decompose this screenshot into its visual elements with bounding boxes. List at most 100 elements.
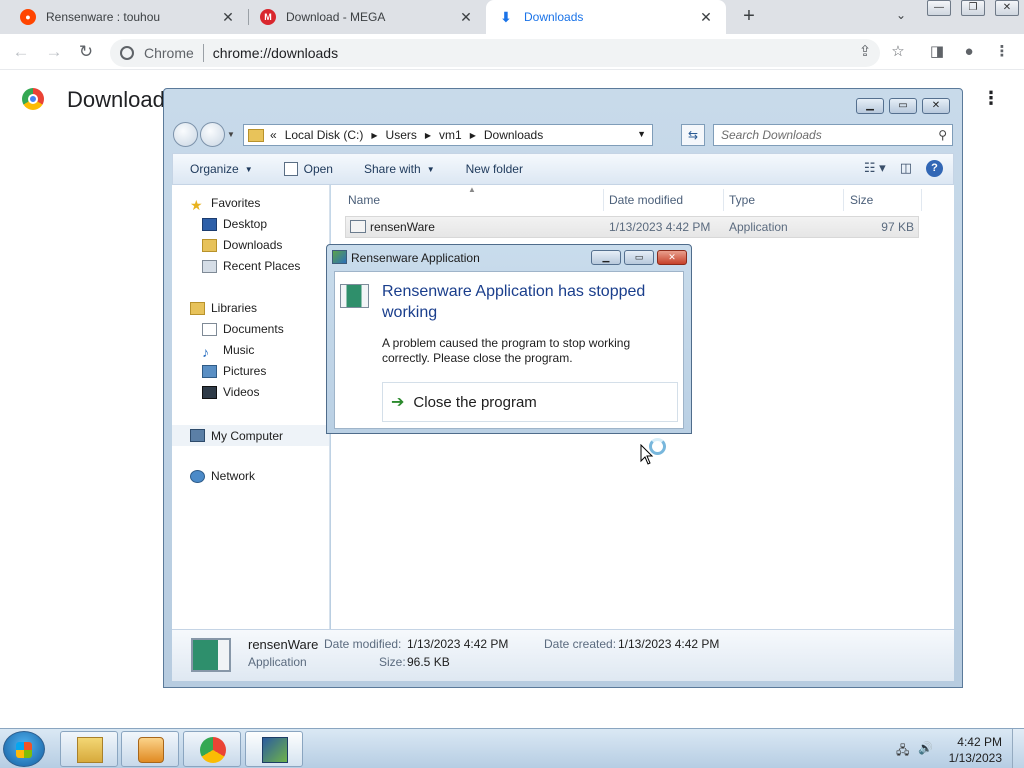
tab-search-chevron-icon[interactable]: ⌄ <box>896 8 906 22</box>
taskbar-chrome[interactable] <box>183 731 241 767</box>
column-divider[interactable] <box>921 189 922 211</box>
arrow-right-icon: ➔ <box>391 394 405 411</box>
minimize-button[interactable]: ▁ <box>591 250 621 265</box>
profile-avatar-icon[interactable]: ● <box>959 42 979 62</box>
share-with-button[interactable]: Share with ▼ <box>364 162 435 176</box>
back-button[interactable] <box>173 122 198 147</box>
close-tab-icon[interactable]: ✕ <box>698 9 714 25</box>
clock[interactable]: 4:42 PM 1/13/2023 <box>949 734 1002 766</box>
nav-recent-places[interactable]: Recent Places <box>202 259 300 273</box>
nav-libraries[interactable]: Libraries <box>190 301 257 315</box>
tab-label: Rensenware : touhou <box>46 10 161 24</box>
tab-downloads[interactable]: ⬇ Downloads ✕ <box>486 0 726 34</box>
refresh-icon[interactable]: ⇆ <box>681 124 705 146</box>
taskbar-error-reporting[interactable] <box>245 731 303 767</box>
chevron-right-icon[interactable]: ▶ <box>371 131 377 140</box>
detail-size: 96.5 KB <box>407 655 450 669</box>
nav-documents[interactable]: Documents <box>202 322 284 336</box>
reload-icon[interactable]: ↻ <box>76 42 96 62</box>
breadcrumb-overflow[interactable]: « <box>270 128 277 142</box>
taskbar-media-player[interactable] <box>121 731 179 767</box>
search-input[interactable]: Search Downloads ⚲ <box>713 124 953 146</box>
breadcrumb-vm1[interactable]: vm1 <box>439 128 462 142</box>
recent-pages-chevron-icon[interactable]: ▼ <box>227 122 237 147</box>
maximize-button[interactable]: ❐ <box>961 0 985 16</box>
minimize-button[interactable]: ▁ <box>856 98 884 114</box>
open-label: Open <box>303 162 333 176</box>
downloads-menu-icon[interactable]: ⋮ <box>982 88 1000 109</box>
network-icon <box>190 469 205 483</box>
start-button[interactable] <box>3 731 45 767</box>
file-explorer-icon <box>77 737 103 763</box>
omnibox-divider <box>202 44 204 62</box>
nav-desktop[interactable]: Desktop <box>202 217 267 231</box>
forward-icon[interactable]: → <box>44 42 64 62</box>
preview-pane-icon[interactable]: ◫ <box>900 160 912 177</box>
column-divider[interactable] <box>843 189 844 211</box>
chevron-right-icon[interactable]: ▶ <box>470 131 476 140</box>
back-icon[interactable]: ← <box>11 42 31 62</box>
nav-downloads[interactable]: Downloads <box>202 238 282 252</box>
breadcrumb-downloads[interactable]: Downloads <box>484 128 543 142</box>
close-program-button[interactable]: ➔ Close the program <box>382 382 678 422</box>
share-icon[interactable]: ⇪ <box>855 42 875 62</box>
explorer-nav-buttons: ▼ <box>173 122 239 147</box>
column-divider[interactable] <box>723 189 724 211</box>
close-button[interactable]: ✕ <box>922 98 950 114</box>
nav-pictures[interactable]: Pictures <box>202 364 266 378</box>
show-desktop-button[interactable] <box>1012 729 1024 768</box>
open-button[interactable]: Open <box>283 162 333 176</box>
column-header-name[interactable]: Name <box>348 193 380 207</box>
close-tab-icon[interactable]: ✕ <box>220 9 236 25</box>
column-header-date[interactable]: Date modified <box>609 193 683 207</box>
forward-button[interactable] <box>200 122 225 147</box>
nav-my-computer[interactable]: My Computer <box>172 425 329 446</box>
application-title-icon <box>332 250 347 264</box>
address-bar[interactable]: Chrome chrome://downloads <box>110 39 880 67</box>
network-status-icon[interactable]: 🖧 <box>896 741 912 757</box>
bookmark-star-icon[interactable]: ☆ <box>888 42 908 62</box>
dialog-window-controls: ▁ ▭ ✕ <box>588 250 687 265</box>
column-header-type[interactable]: Type <box>729 193 755 207</box>
chevron-right-icon[interactable]: ▶ <box>425 131 431 140</box>
share-label: Share with <box>363 162 421 176</box>
close-button[interactable]: ✕ <box>657 250 687 265</box>
chrome-menu-icon[interactable]: ⋮ <box>992 42 1012 62</box>
explorer-address-bar[interactable]: « Local Disk (C:) ▶ Users ▶ vm1 ▶ Downlo… <box>243 124 653 146</box>
chevron-down-icon: ▼ <box>244 164 253 174</box>
nav-network[interactable]: Network <box>190 469 255 483</box>
taskbar-explorer[interactable] <box>60 731 118 767</box>
nav-favorites[interactable]: ★ Favorites <box>190 196 261 213</box>
recent-places-icon <box>202 259 217 273</box>
address-history-chevron-icon[interactable]: ▼ <box>637 129 646 139</box>
column-divider[interactable] <box>603 189 604 211</box>
table-row[interactable]: rensenWare 1/13/2023 4:42 PM Application… <box>345 216 919 238</box>
column-header-size[interactable]: Size <box>850 193 873 207</box>
minimize-button[interactable]: — <box>927 0 951 16</box>
view-options-icon[interactable]: ☷ ▾ <box>864 160 886 177</box>
dialog-body: Rensenware Application has stopped worki… <box>334 271 684 429</box>
nav-label: Favorites <box>211 196 261 210</box>
new-tab-button[interactable]: + <box>738 6 760 28</box>
maximize-button[interactable]: ▭ <box>889 98 917 114</box>
maximize-button[interactable]: ▭ <box>624 250 654 265</box>
detail-created-label: Date created: <box>544 637 617 651</box>
close-tab-icon[interactable]: ✕ <box>458 9 474 25</box>
download-icon: ⬇ <box>500 8 512 25</box>
close-button[interactable]: ✕ <box>995 0 1019 16</box>
new-folder-button[interactable]: New folder <box>466 162 523 176</box>
volume-icon[interactable]: 🔊 <box>918 741 934 755</box>
organize-button[interactable]: Organize ▼ <box>190 162 253 176</box>
system-tray: 🖧 🔊 4:42 PM 1/13/2023 <box>884 729 1024 768</box>
nav-label: Documents <box>223 322 284 336</box>
help-icon[interactable]: ? <box>926 160 943 177</box>
breadcrumb-root[interactable]: Local Disk (C:) <box>285 128 364 142</box>
nav-music[interactable]: ♪ Music <box>202 343 254 360</box>
desktop-icon <box>202 217 217 231</box>
breadcrumb-users[interactable]: Users <box>386 128 417 142</box>
tab-label: Downloads <box>524 10 584 24</box>
nav-videos[interactable]: Videos <box>202 385 259 399</box>
side-panel-icon[interactable]: ◨ <box>927 42 947 62</box>
tab-mega[interactable]: M Download - MEGA ✕ <box>248 0 486 34</box>
tab-rensenware[interactable]: ● Rensenware : touhou ✕ <box>8 0 248 34</box>
